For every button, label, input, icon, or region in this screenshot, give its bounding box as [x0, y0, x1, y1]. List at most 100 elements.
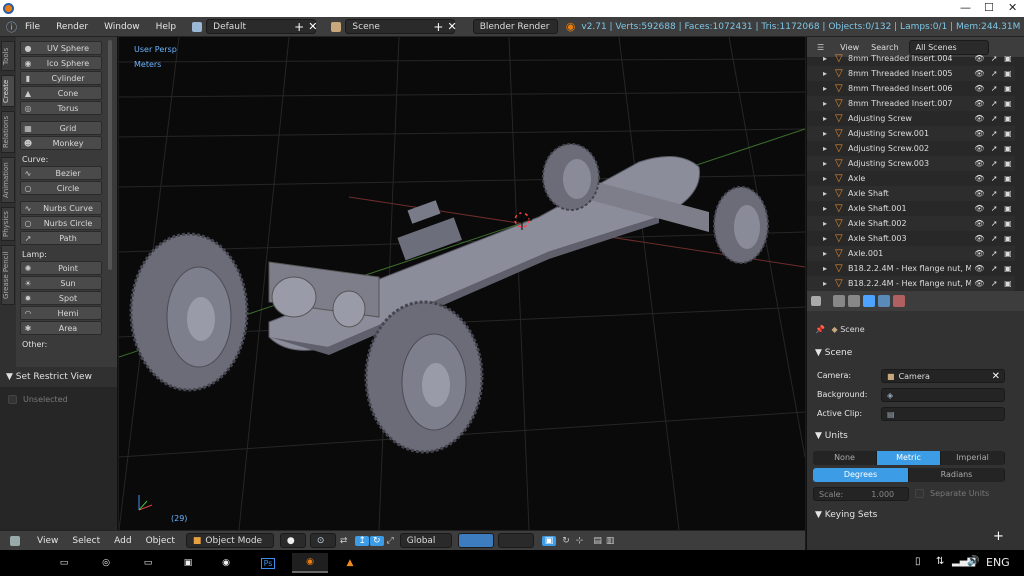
unit-metric-option[interactable]: Metric [877, 451, 941, 465]
renderable-camera-icon[interactable]: ▣ [1004, 159, 1012, 168]
manipulator-icon[interactable]: ⇄ [340, 536, 348, 546]
units-panel-header[interactable]: ▼ Units [815, 431, 848, 441]
outliner-row[interactable]: ▸ ▽ Adjusting Screw.001 👁 ➚ ▣ [807, 126, 1015, 141]
mode-select[interactable]: ■ Object Mode [185, 533, 274, 548]
expand-icon[interactable]: ▸ [823, 204, 827, 213]
menu-help[interactable]: Help [148, 22, 185, 32]
expand-icon[interactable]: ▸ [823, 99, 827, 108]
visibility-eye-icon[interactable]: 👁 [974, 174, 984, 183]
menu-file[interactable]: File [17, 22, 48, 32]
vlc-icon[interactable]: ▲ [332, 553, 368, 573]
menu-window[interactable]: Window [96, 22, 148, 32]
selectable-arrow-icon[interactable]: ➚ [991, 264, 998, 273]
outliner-row[interactable]: ▸ ▽ B18.2.2.4M - Hex flange nut, M 👁 ➚ ▣ [807, 276, 1015, 291]
layers-block-1[interactable] [457, 533, 494, 548]
add-cone-button[interactable]: ▲ Cone [20, 86, 102, 100]
outliner-row[interactable]: ▸ ▽ Axle.001 👁 ➚ ▣ [807, 246, 1015, 261]
selectable-arrow-icon[interactable]: ➚ [991, 54, 998, 63]
add-bezier-button[interactable]: ∿ Bezier [20, 166, 102, 180]
renderable-camera-icon[interactable]: ▣ [1004, 204, 1012, 213]
renderable-camera-icon[interactable]: ▣ [1004, 69, 1012, 78]
camera-field[interactable]: ■ Camera ✕ [881, 369, 1005, 383]
renderable-camera-icon[interactable]: ▣ [1004, 144, 1012, 153]
scene-tab-icon[interactable] [863, 295, 875, 307]
expand-icon[interactable]: ▸ [823, 114, 827, 123]
file-explorer-icon[interactable]: ▭ [46, 553, 82, 573]
wheel-rear-left[interactable] [542, 143, 600, 211]
restrict-view-header[interactable]: ▼ Set Restrict View [0, 367, 117, 387]
tray-network-icon[interactable]: ⇅ [936, 556, 944, 567]
selectable-arrow-icon[interactable]: ➚ [991, 279, 998, 288]
steam-icon[interactable]: ◉ [208, 553, 244, 573]
tab-create[interactable]: Create [1, 75, 15, 107]
unselected-checkbox[interactable] [8, 395, 17, 404]
layout-icon[interactable] [192, 21, 203, 32]
renderable-camera-icon[interactable]: ▣ [1004, 174, 1012, 183]
visibility-eye-icon[interactable]: 👁 [974, 279, 984, 288]
menu-select[interactable]: Select [65, 536, 107, 546]
render-anim-icon[interactable]: ▥ [606, 536, 615, 546]
renderable-camera-icon[interactable]: ▣ [1004, 219, 1012, 228]
outliner-row[interactable]: ▸ ▽ Axle Shaft.001 👁 ➚ ▣ [807, 201, 1015, 216]
rotate-manipulator-icon[interactable]: ↻ [369, 535, 384, 546]
expand-icon[interactable]: ▸ [823, 54, 827, 63]
render-tab-icon[interactable] [833, 295, 845, 307]
expand-icon[interactable]: ▸ [823, 129, 827, 138]
terminal-icon[interactable]: ▣ [170, 553, 206, 573]
renderable-camera-icon[interactable]: ▣ [1004, 249, 1012, 258]
visibility-eye-icon[interactable]: 👁 [974, 219, 984, 228]
3d-viewport[interactable]: User Persp Meters (29) [119, 37, 805, 530]
selectable-arrow-icon[interactable]: ➚ [991, 129, 998, 138]
visibility-eye-icon[interactable]: 👁 [974, 234, 984, 243]
tab-relations[interactable]: Relations [1, 111, 15, 153]
renderable-camera-icon[interactable]: ▣ [1004, 189, 1012, 198]
renderable-camera-icon[interactable]: ▣ [1004, 54, 1012, 63]
wheel-rear-right[interactable] [713, 186, 769, 264]
properties-editor-icon[interactable] [811, 296, 821, 306]
selectable-arrow-icon[interactable]: ➚ [991, 114, 998, 123]
visibility-eye-icon[interactable]: 👁 [974, 189, 984, 198]
renderable-camera-icon[interactable]: ▣ [1004, 99, 1012, 108]
world-tab-icon[interactable] [878, 295, 890, 307]
tray-volume-icon[interactable]: 🔊 [967, 556, 979, 567]
outliner-row[interactable]: ▸ ▽ 8mm Threaded Insert.007 👁 ➚ ▣ [807, 96, 1015, 111]
add-area-lamp-button[interactable]: ✱ Area [20, 321, 102, 335]
rotation-degrees-option[interactable]: Degrees [813, 468, 909, 482]
menu-view[interactable]: View [30, 536, 65, 546]
tab-animation[interactable]: Animation [1, 157, 15, 203]
layout-remove-icon[interactable]: ✕ [308, 20, 317, 33]
snap-icon[interactable]: ⊹ [576, 536, 584, 546]
monitor-icon[interactable]: ▭ [130, 553, 166, 573]
photoshop-icon[interactable]: Ps [250, 553, 286, 573]
add-cylinder-button[interactable]: ▮ Cylinder [20, 71, 102, 85]
expand-icon[interactable]: ▸ [823, 69, 827, 78]
proportional-edit-icon[interactable]: ↻ [562, 536, 570, 546]
unit-system-selector[interactable]: None Metric Imperial [813, 451, 1005, 465]
add-circle-curve-button[interactable]: ○ Circle [20, 181, 102, 195]
expand-icon[interactable]: ▸ [823, 189, 827, 198]
selectable-arrow-icon[interactable]: ➚ [991, 69, 998, 78]
add-keying-set-icon[interactable]: + [993, 529, 1004, 544]
background-field[interactable]: ◈ [881, 388, 1005, 402]
visibility-eye-icon[interactable]: 👁 [974, 264, 984, 273]
outliner-row[interactable]: ▸ ▽ Adjusting Screw.002 👁 ➚ ▣ [807, 141, 1015, 156]
separate-units-option[interactable]: Separate Units [915, 489, 989, 498]
layers-block-2[interactable] [497, 533, 534, 548]
expand-icon[interactable]: ▸ [823, 234, 827, 243]
outliner-row[interactable]: ▸ ▽ Axle Shaft 👁 ➚ ▣ [807, 186, 1015, 201]
outliner-row[interactable]: ▸ ▽ Axle Shaft.003 👁 ➚ ▣ [807, 231, 1015, 246]
add-sun-lamp-button[interactable]: ☀ Sun [20, 276, 102, 290]
visibility-eye-icon[interactable]: 👁 [974, 54, 984, 63]
info-icon[interactable]: ⓘ [6, 19, 17, 35]
close-icon[interactable]: ✕ [1008, 1, 1017, 14]
visibility-eye-icon[interactable]: 👁 [974, 204, 984, 213]
pin-icon[interactable]: 📌 [815, 325, 825, 334]
expand-icon[interactable]: ▸ [823, 159, 827, 168]
expand-icon[interactable]: ▸ [823, 249, 827, 258]
visibility-eye-icon[interactable]: 👁 [974, 114, 984, 123]
add-point-lamp-button[interactable]: ✺ Point [20, 261, 102, 275]
add-nurbs-curve-button[interactable]: ∿ Nurbs Curve [20, 201, 102, 215]
add-torus-button[interactable]: ◎ Torus [20, 101, 102, 115]
outliner-row[interactable]: ▸ ▽ Axle 👁 ➚ ▣ [807, 171, 1015, 186]
expand-icon[interactable]: ▸ [823, 279, 827, 288]
